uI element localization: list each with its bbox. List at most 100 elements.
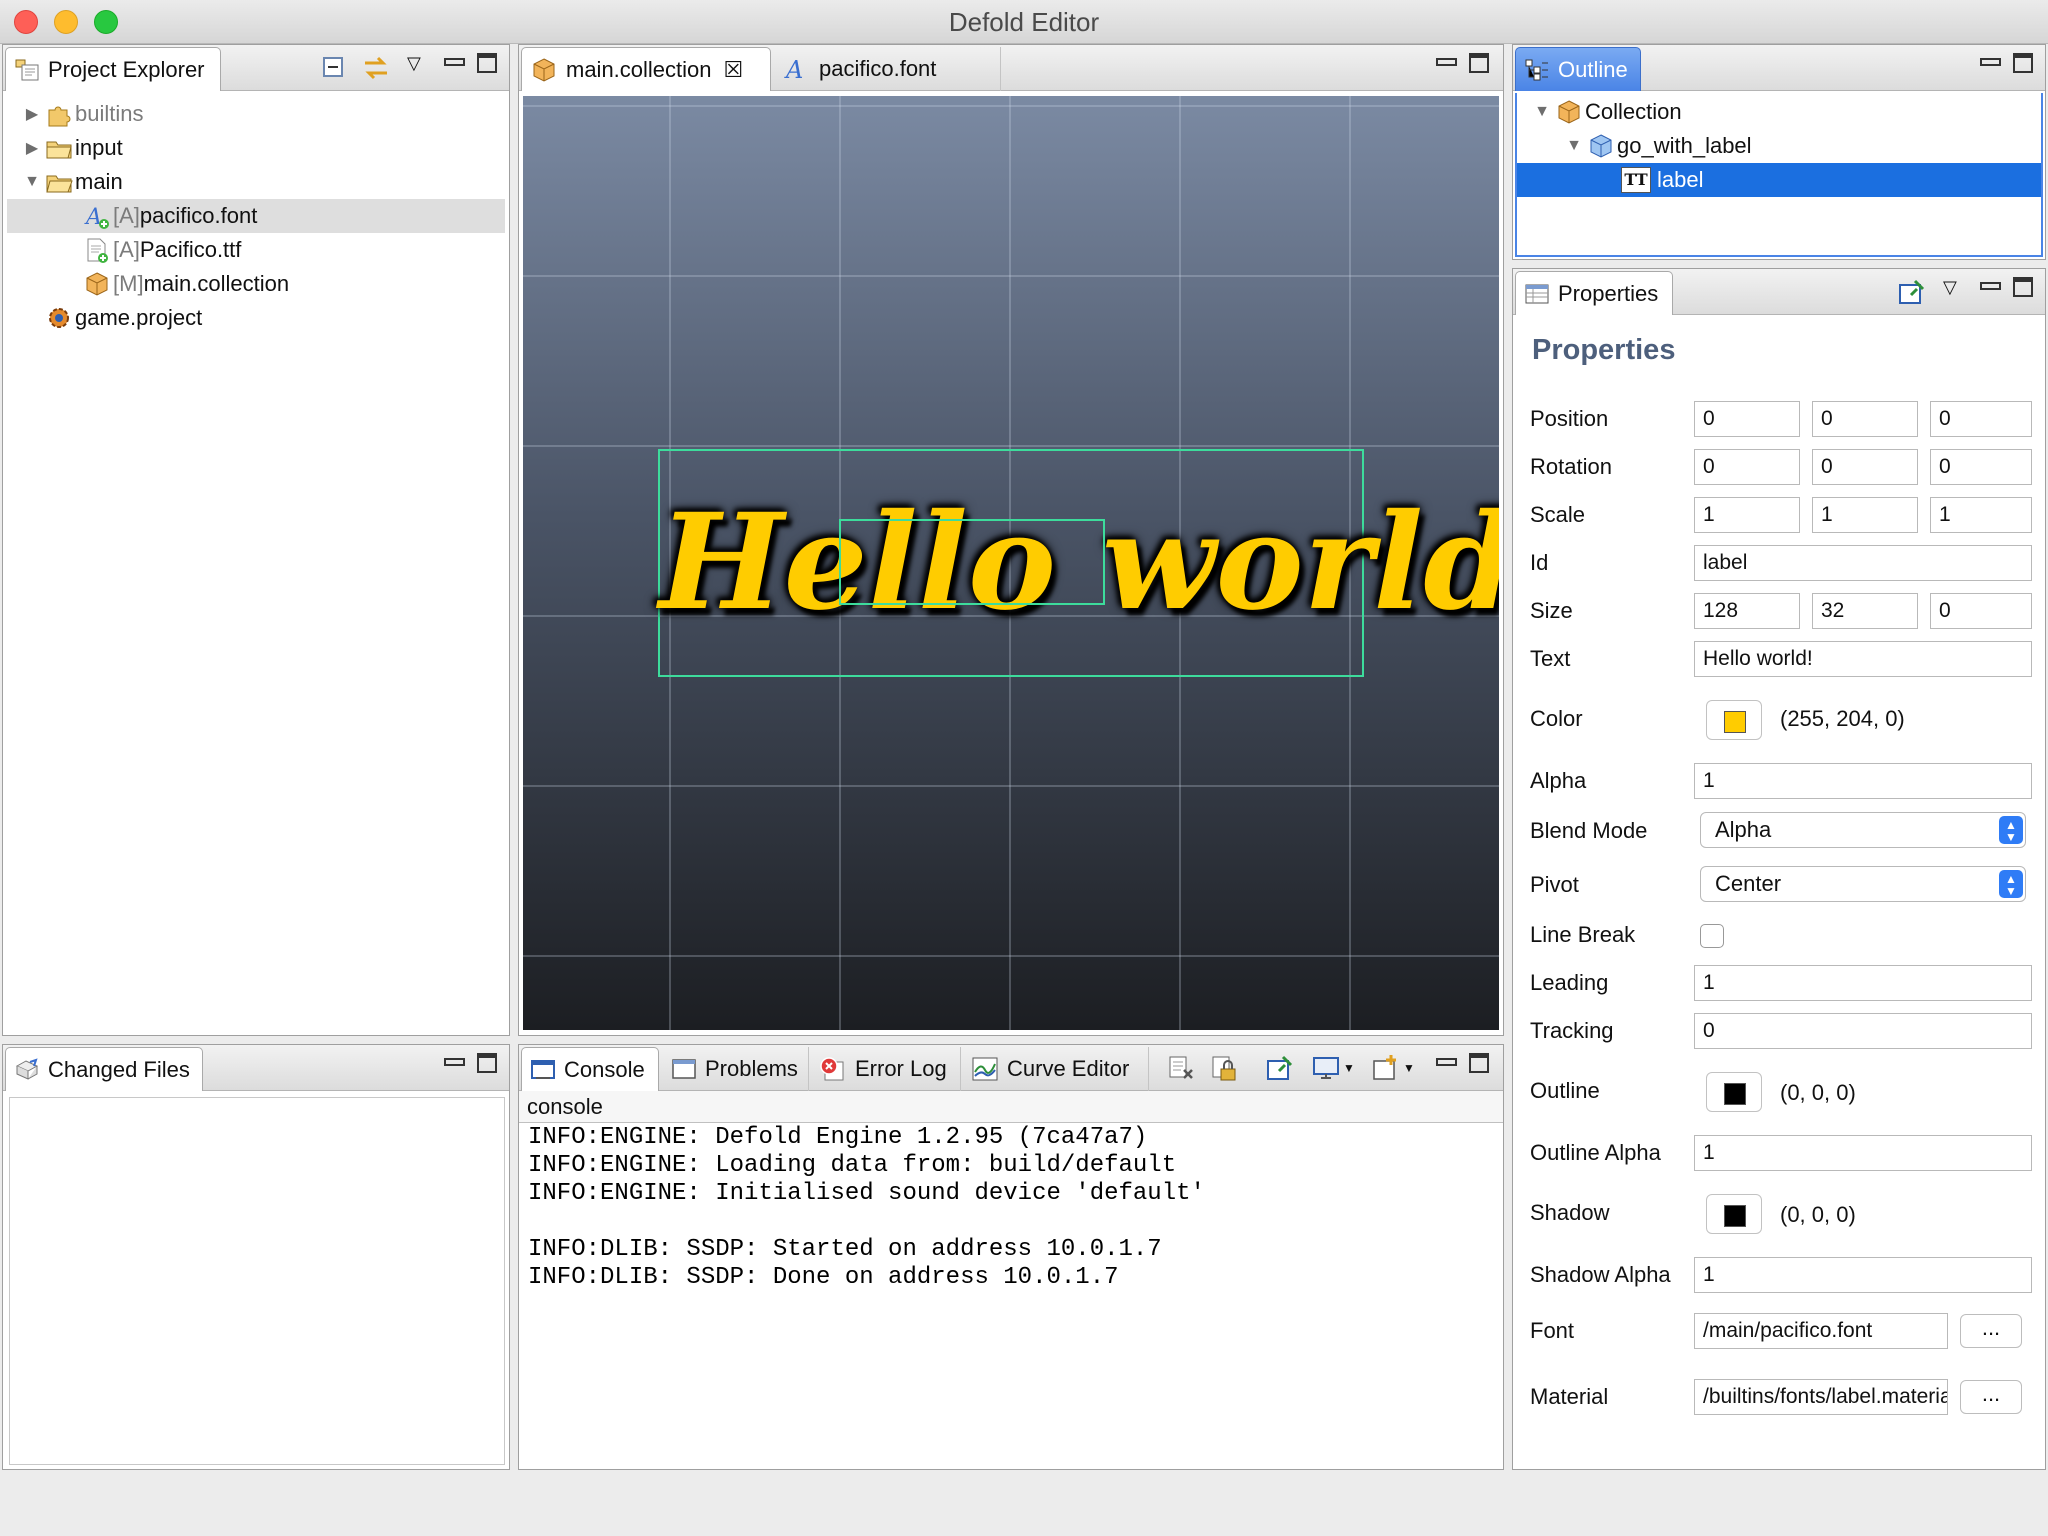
text-field[interactable]: Hello world! [1694, 641, 2032, 677]
size-x-field[interactable]: 128 [1694, 593, 1800, 629]
shadow-alpha-field[interactable]: 1 [1694, 1257, 2032, 1293]
blend-mode-select[interactable]: Alpha ▲ ▼ [1700, 812, 2026, 848]
shadow-color-button[interactable] [1706, 1194, 1762, 1234]
tree-item-input[interactable]: ▶ input [7, 131, 505, 165]
size-z-field[interactable]: 0 [1930, 593, 2032, 629]
font-browse-button[interactable]: ... [1960, 1314, 2022, 1348]
tree-item-main[interactable]: ▼ main [7, 165, 505, 199]
display-console-icon[interactable]: ▼ [1311, 1053, 1355, 1083]
view-menu-icon[interactable]: ▽ [1943, 277, 1957, 298]
outline-item-label: Collection [1585, 99, 1682, 124]
open-console-icon[interactable]: ▼ [1371, 1053, 1415, 1083]
color-picker-button[interactable] [1706, 700, 1762, 740]
tab-label: Properties [1558, 280, 1659, 306]
console-title: console [519, 1091, 1503, 1123]
pivot-select[interactable]: Center ▲ ▼ [1700, 866, 2026, 902]
outline-color-value: (0, 0, 0) [1780, 1080, 1856, 1105]
blend-mode-value: Alpha [1715, 817, 1772, 842]
project-tree: ▶ builtins ▶ input ▼ main A [A] pacifico.… [7, 93, 505, 1033]
pin-console-icon[interactable] [1265, 1053, 1295, 1088]
maximize-icon[interactable] [1469, 53, 1489, 73]
tab-label: Project Explorer [48, 56, 205, 82]
expand-arrow-icon[interactable]: ▶ [23, 104, 41, 124]
tab-console[interactable]: Console [521, 1047, 659, 1091]
maximize-icon[interactable] [477, 53, 497, 73]
material-label: Material [1530, 1384, 1609, 1409]
tab-curve-editor[interactable]: Curve Editor [963, 1047, 1149, 1091]
tree-item-label: game.project [75, 305, 203, 330]
collapse-arrow-icon[interactable]: ▼ [23, 173, 41, 191]
console-line: INFO:ENGINE: Initialised sound device 'd… [528, 1180, 1205, 1207]
outline-tabstrip: Outline [1513, 45, 2045, 91]
outline-color-button[interactable] [1706, 1072, 1762, 1112]
id-field[interactable]: label [1694, 545, 2032, 581]
position-y-field[interactable]: 0 [1812, 401, 1918, 437]
outline-item-go-with-label[interactable]: ▼ go_with_label [1517, 129, 2041, 163]
outline-icon [1524, 58, 1550, 82]
outline-item-label-node[interactable]: TT label [1517, 163, 2041, 197]
maximize-icon[interactable] [477, 1053, 497, 1073]
scene-view[interactable]: Hello world! [523, 96, 1499, 1030]
tree-item-pacifico-ttf[interactable]: [A] Pacifico.ttf [7, 233, 505, 267]
tab-pacifico-font[interactable]: A pacifico.font [775, 47, 1001, 91]
scale-x-field[interactable]: 1 [1694, 497, 1800, 533]
scale-y-field[interactable]: 1 [1812, 497, 1918, 533]
expand-arrow-icon[interactable]: ▶ [23, 138, 41, 158]
collapse-arrow-icon[interactable]: ▼ [1533, 103, 1551, 121]
error-log-icon [819, 1056, 847, 1082]
changed-files-icon [14, 1057, 40, 1082]
tab-project-explorer[interactable]: Project Explorer [5, 47, 221, 91]
material-browse-button[interactable]: ... [1960, 1380, 2022, 1414]
collapse-all-icon[interactable] [321, 55, 347, 86]
tab-changed-files[interactable]: Changed Files [5, 1047, 203, 1091]
minimize-icon[interactable] [443, 1053, 465, 1073]
console-output[interactable]: INFO:ENGINE: Defold Engine 1.2.95 (7ca47… [528, 1124, 1205, 1292]
outline-alpha-field[interactable]: 1 [1694, 1135, 2032, 1171]
close-tab-icon[interactable]: ☒ [724, 57, 744, 83]
maximize-icon[interactable] [2013, 277, 2033, 297]
tab-problems[interactable]: Problems [663, 1047, 809, 1091]
select-arrows-icon: ▲ ▼ [1999, 816, 2023, 844]
scale-z-field[interactable]: 1 [1930, 497, 2032, 533]
leading-field[interactable]: 1 [1694, 965, 2032, 1001]
alpha-field[interactable]: 1 [1694, 763, 2032, 799]
maximize-icon[interactable] [2013, 53, 2033, 73]
rotation-x-field[interactable]: 0 [1694, 449, 1800, 485]
tree-item-pacifico-font[interactable]: A [A] pacifico.font [7, 199, 505, 233]
minimize-icon[interactable] [1435, 1053, 1457, 1073]
tree-item-builtins[interactable]: ▶ builtins [7, 97, 505, 131]
clear-console-icon[interactable] [1167, 1053, 1197, 1088]
rotation-y-field[interactable]: 0 [1812, 449, 1918, 485]
selection-box [839, 519, 1105, 605]
view-menu-icon[interactable]: ▽ [407, 53, 421, 74]
line-break-checkbox[interactable] [1700, 924, 1724, 948]
tab-error-log[interactable]: Error Log [811, 1047, 961, 1091]
material-field[interactable]: /builtins/fonts/label.material [1694, 1379, 1948, 1415]
minimize-icon[interactable] [1435, 53, 1457, 73]
tab-properties[interactable]: Properties [1515, 271, 1673, 315]
tab-outline[interactable]: Outline [1515, 47, 1641, 91]
outline-item-collection[interactable]: ▼ Collection [1517, 95, 2041, 129]
minimize-icon[interactable] [1979, 277, 2001, 297]
tree-item-game-project[interactable]: game.project [7, 301, 505, 335]
shadow-color-swatch [1724, 1205, 1746, 1227]
tab-label: main.collection [566, 56, 712, 82]
size-y-field[interactable]: 32 [1812, 593, 1918, 629]
font-field[interactable]: /main/pacifico.font [1694, 1313, 1948, 1349]
tab-main-collection[interactable]: main.collection ☒ [521, 47, 771, 91]
maximize-icon[interactable] [1469, 1053, 1489, 1073]
position-x-field[interactable]: 0 [1694, 401, 1800, 437]
scroll-lock-icon[interactable] [1209, 1053, 1239, 1088]
minimize-icon[interactable] [1979, 53, 2001, 73]
rotation-z-field[interactable]: 0 [1930, 449, 2032, 485]
minimize-icon[interactable] [443, 53, 465, 73]
position-label: Position [1530, 406, 1609, 431]
console-line: INFO:ENGINE: Defold Engine 1.2.95 (7ca47… [528, 1124, 1148, 1151]
position-z-field[interactable]: 0 [1930, 401, 2032, 437]
tracking-field[interactable]: 0 [1694, 1013, 2032, 1049]
link-with-editor-icon[interactable] [361, 53, 391, 88]
shadow-color-value: (0, 0, 0) [1780, 1202, 1856, 1227]
collapse-arrow-icon[interactable]: ▼ [1565, 137, 1583, 155]
pin-properties-icon[interactable] [1897, 277, 1927, 312]
tree-item-main-collection[interactable]: [M] main.collection [7, 267, 505, 301]
